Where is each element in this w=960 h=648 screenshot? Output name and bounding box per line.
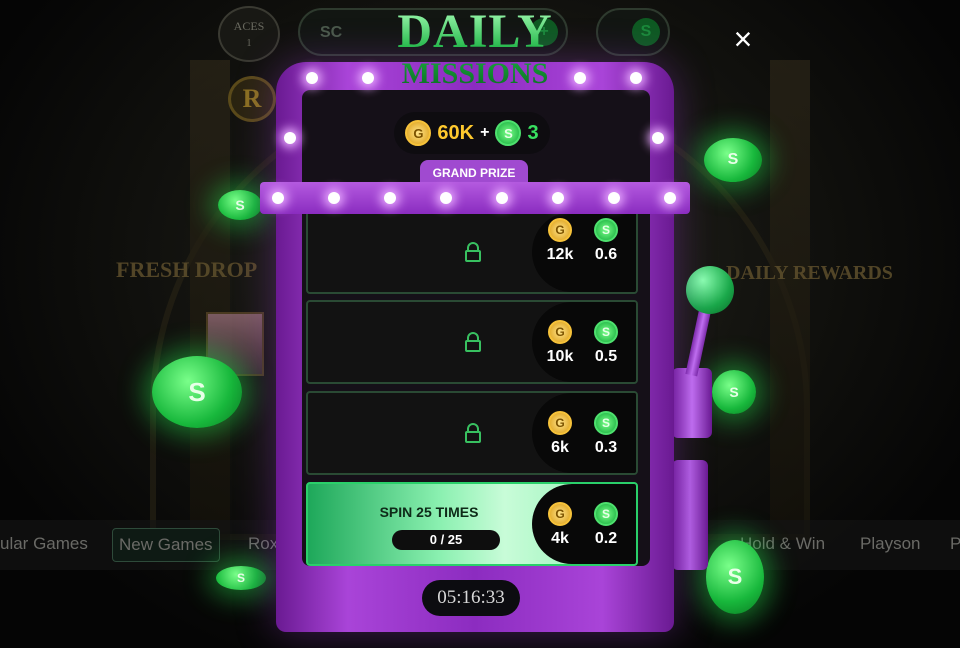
mission-row-locked: G 6k S 0.3 xyxy=(306,391,638,475)
light-bulb xyxy=(306,72,318,84)
page: ACES 1 R SC + S FRESH DROP DAILY REWARDS… xyxy=(0,0,960,648)
light-bulb xyxy=(652,132,664,144)
category-tab[interactable]: ular Games xyxy=(0,534,88,554)
category-tab[interactable]: P xyxy=(950,534,960,554)
sweeps-coin-icon: S xyxy=(594,320,618,344)
reward-gc: 4k xyxy=(551,530,569,547)
mission-reward: G 10k S 0.5 xyxy=(532,302,636,382)
background-pillar xyxy=(190,60,230,540)
light-bulb xyxy=(384,192,396,204)
marquee-rail xyxy=(260,182,690,214)
lock-icon xyxy=(465,242,481,262)
grand-prize-sc: 3 xyxy=(527,121,539,144)
light-bulb xyxy=(272,192,284,204)
light-bulb xyxy=(440,192,452,204)
s-currency-icon: S xyxy=(632,18,660,46)
gold-coin-icon: G xyxy=(548,320,572,344)
mission-row-active[interactable]: SPIN 25 TIMES 0 / 25 G 4k S 0.2 xyxy=(306,482,638,566)
light-bulb xyxy=(608,192,620,204)
light-bulb xyxy=(630,72,642,84)
mission-row-locked: G 10k S 0.5 xyxy=(306,300,638,384)
level-number: 1 xyxy=(246,38,252,49)
title-line-daily: DAILY xyxy=(397,5,553,58)
mission-reward: G 4k S 0.2 xyxy=(532,484,636,564)
light-bulb xyxy=(362,72,374,84)
sc-label: SC xyxy=(320,24,343,41)
logo-text: ACES xyxy=(233,19,265,33)
light-bulb xyxy=(552,192,564,204)
mission-progress: 0 / 25 xyxy=(392,530,500,550)
sc-coin-icon: S xyxy=(152,356,242,428)
light-bulb xyxy=(496,192,508,204)
gold-coin-icon: G xyxy=(548,411,572,435)
daily-rewards-art: DAILY REWARDS xyxy=(726,262,893,284)
mission-reward: G 6k S 0.3 xyxy=(532,393,636,473)
background-pillar xyxy=(770,60,810,540)
category-tab[interactable]: Rox xyxy=(248,534,278,554)
sc-coin-icon: S xyxy=(706,540,764,614)
lever-base-lower xyxy=(672,460,708,570)
light-bulb xyxy=(574,72,586,84)
sweeps-coin-icon: S xyxy=(594,502,618,526)
lever-base xyxy=(672,368,712,438)
category-tab-new-games[interactable]: New Games xyxy=(112,528,220,562)
fresh-drop-art: FRESH DROP xyxy=(116,257,258,282)
gold-coin-icon: G xyxy=(548,502,572,526)
gold-coin-icon: G xyxy=(548,218,572,242)
countdown-timer: 05:16:33 xyxy=(422,580,520,616)
light-bulb xyxy=(284,132,296,144)
plus-sign: + xyxy=(480,124,490,141)
lever-ball[interactable] xyxy=(686,266,734,314)
mission-label: SPIN 25 TIMES xyxy=(379,504,479,520)
reward-sc: 0.2 xyxy=(594,530,618,547)
s-currency-pill[interactable]: S xyxy=(596,8,670,56)
reward-sc: 0.5 xyxy=(594,348,618,365)
sc-coin-icon: S xyxy=(218,190,262,220)
reward-sc: 0.6 xyxy=(594,246,618,263)
light-bulb xyxy=(328,192,340,204)
grand-prize-gc: 60K xyxy=(437,121,475,144)
reward-gc: 12k xyxy=(546,246,574,263)
sc-coin-icon: S xyxy=(712,370,756,414)
title-line-missions: MISSIONS xyxy=(401,57,549,90)
sweeps-coin-icon: S xyxy=(594,411,618,435)
reward-gc: 6k xyxy=(551,439,569,456)
category-tab-playson[interactable]: Playson xyxy=(860,534,920,554)
modal-title: DAILY MISSIONS xyxy=(380,6,570,90)
lock-icon xyxy=(465,423,481,443)
aces-logo[interactable]: ACES 1 xyxy=(218,6,280,62)
sc-coin-icon: S xyxy=(216,566,266,590)
light-bulb xyxy=(664,192,676,204)
mission-reward: G 12k S 0.6 xyxy=(532,212,636,292)
sweeps-coin-icon: S xyxy=(594,218,618,242)
reward-sc: 0.3 xyxy=(594,439,618,456)
reward-gc: 10k xyxy=(546,348,574,365)
gold-coin-icon: G xyxy=(405,120,432,146)
sc-coin-icon: S xyxy=(704,138,762,182)
sweeps-coin-icon: S xyxy=(495,120,522,146)
lock-icon xyxy=(465,332,481,352)
close-button[interactable]: × xyxy=(728,22,758,56)
r-badge-icon[interactable]: R xyxy=(228,76,276,122)
grand-prize-pill: G 60K + S 3 xyxy=(394,112,550,154)
mission-row-locked: G 12k S 0.6 xyxy=(306,210,638,294)
